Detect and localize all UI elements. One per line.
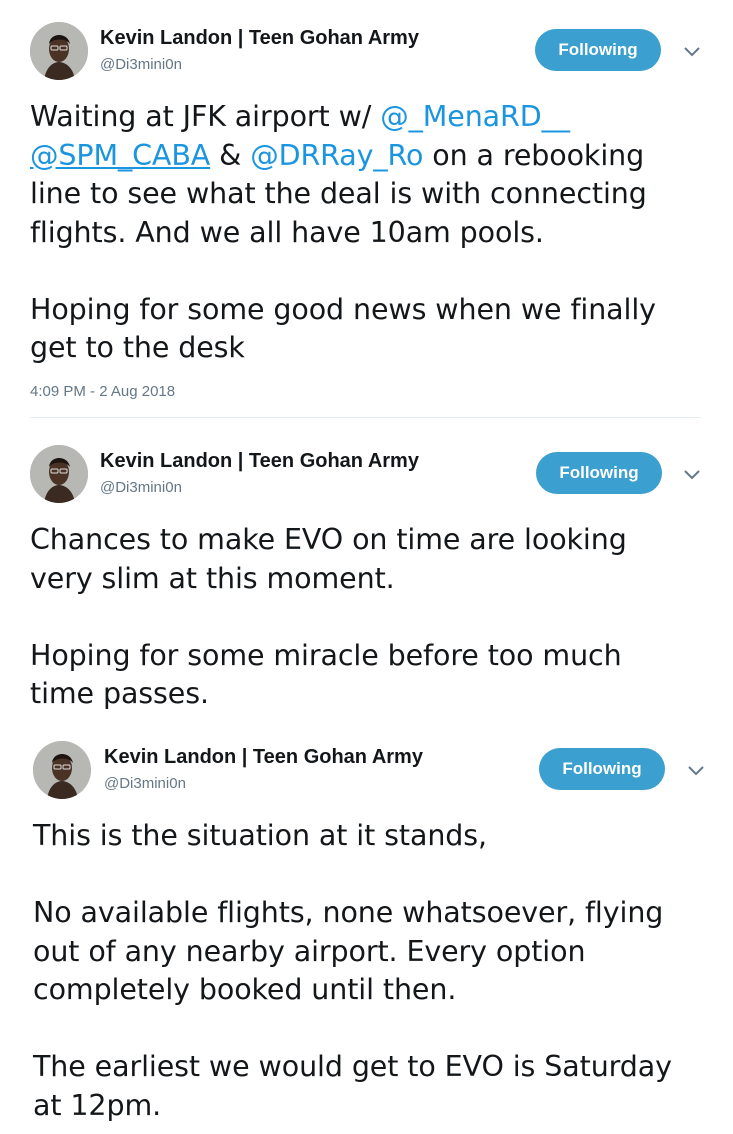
tweet-text-segment: & — [210, 138, 251, 172]
avatar[interactable] — [33, 741, 91, 799]
author-name[interactable]: Kevin Landon | Teen Gohan Army — [100, 450, 419, 473]
tweet-text-line: completely booked until then. — [33, 973, 457, 1006]
tweet-text-line: at 12pm. — [33, 1088, 162, 1122]
tweet-text: Waiting at JFK airport w/ @_MenaRD__ @SP… — [30, 98, 656, 368]
tweet-text-line: This is the situation at it stands, — [33, 819, 487, 852]
chevron-down-icon[interactable] — [686, 763, 706, 777]
tweet-text-line: Hoping for some miracle before too much — [30, 638, 622, 672]
tweet-text-line: very slim at this moment. — [30, 561, 395, 595]
mention-link[interactable]: @SPM_CABA — [30, 139, 210, 172]
avatar[interactable] — [30, 445, 88, 503]
following-button[interactable]: Following — [535, 29, 661, 71]
mention-link[interactable]: @DRRay_Ro — [250, 139, 423, 172]
tweet-text-line: Chances to make EVO on time are looking — [30, 523, 627, 556]
tweet-text: Chances to make EVO on time are looking … — [30, 521, 627, 714]
tweet-text-line: line to see what the deal is with connec… — [30, 177, 647, 210]
author-handle[interactable]: @Di3mini0n — [104, 775, 186, 792]
tweet-text-line: get to the desk — [30, 331, 245, 364]
tweet-text-segment: on a rebooking — [423, 138, 645, 172]
mention-link[interactable]: @_MenaRD__ — [380, 100, 570, 133]
divider — [30, 417, 701, 418]
avatar[interactable] — [30, 22, 88, 80]
following-button[interactable]: Following — [539, 748, 665, 790]
following-button[interactable]: Following — [536, 452, 662, 494]
author-name[interactable]: Kevin Landon | Teen Gohan Army — [100, 27, 419, 50]
author-handle[interactable]: @Di3mini0n — [100, 479, 182, 496]
chevron-down-icon[interactable] — [682, 44, 702, 58]
tweet-text-line: flights. And we all have 10am pools. — [30, 215, 544, 249]
author-name[interactable]: Kevin Landon | Teen Gohan Army — [104, 746, 423, 769]
tweet-text-line: Hoping for some good news when we finall… — [30, 292, 656, 326]
tweet-text-line: No available flights, none whatsoever, f… — [33, 896, 664, 929]
tweet-text: This is the situation at it stands, No a… — [33, 817, 672, 1125]
tweet-text-line: time passes. — [30, 677, 209, 710]
tweet-1: Kevin Landon | Teen Gohan Army @Di3mini0… — [0, 0, 733, 418]
tweet-text-line: The earliest we would get to EVO is Satu… — [33, 1050, 672, 1083]
tweet-timestamp[interactable]: 4:09 PM - 2 Aug 2018 — [30, 383, 175, 400]
chevron-down-icon[interactable] — [682, 467, 702, 481]
tweet-text-segment: Waiting at JFK airport w/ — [30, 100, 381, 133]
tweet-text-line: out of any nearby airport. Every option — [33, 934, 586, 968]
author-handle[interactable]: @Di3mini0n — [100, 56, 182, 73]
